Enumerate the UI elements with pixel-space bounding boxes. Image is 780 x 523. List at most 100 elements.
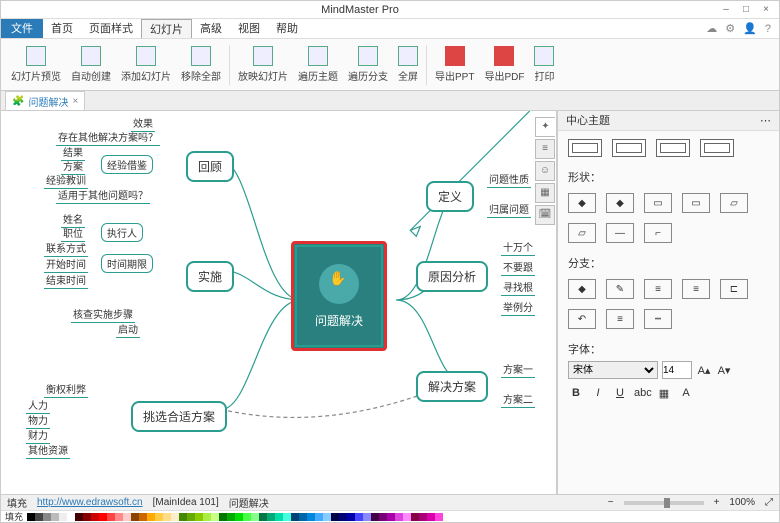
menu-tab-slideshow[interactable]: 幻灯片 [141,19,192,38]
leaf[interactable]: 适用于其他问题吗？ [56,187,150,204]
color-swatch[interactable] [99,513,107,521]
layout-item[interactable] [612,139,646,157]
node-implement[interactable]: 实施 [186,261,234,292]
leaf[interactable]: 其他资源 [26,442,70,459]
color-swatch[interactable] [27,513,35,521]
leaf[interactable]: 不要跟 [501,259,535,276]
color-swatch[interactable] [235,513,243,521]
color-swatch[interactable] [147,513,155,521]
color-swatch[interactable] [43,513,51,521]
color-swatch[interactable] [139,513,147,521]
leaf[interactable]: 方案二 [501,391,535,408]
leaf[interactable]: 启动 [116,321,140,338]
color-swatch[interactable] [403,513,411,521]
menu-tab-view[interactable]: 视图 [230,19,268,38]
node-cause[interactable]: 原因分析 [416,261,488,292]
maximize-button[interactable]: □ [739,4,753,16]
branch-item[interactable]: ≡ [682,279,710,299]
color-swatch[interactable] [171,513,179,521]
ribbon-play-slides[interactable]: 放映幻灯片 [234,41,292,89]
sidetab-history[interactable]: 🗓 [535,205,555,225]
ribbon-add-slide[interactable]: 添加幻灯片 [117,41,175,89]
color-swatch[interactable] [251,513,259,521]
color-swatch[interactable] [211,513,219,521]
zoom-slider[interactable] [624,501,704,505]
node-define[interactable]: 定义 [426,181,474,212]
ribbon-fullscreen[interactable]: 全屏 [394,41,422,89]
leaf[interactable]: 联系方式 [44,240,88,257]
ribbon-traverse-branch[interactable]: 遍历分支 [344,41,392,89]
color-swatch[interactable] [259,513,267,521]
ribbon-export-ppt[interactable]: 导出PPT [431,41,478,89]
shape-item[interactable]: ▭ [644,193,672,213]
color-swatch[interactable] [371,513,379,521]
font-name-select[interactable]: 宋体 [568,361,658,379]
shape-item[interactable]: ▱ [720,193,748,213]
color-swatch[interactable] [131,513,139,521]
leaf[interactable]: 举例分 [501,299,535,316]
color-swatch[interactable] [323,513,331,521]
branch-item[interactable]: ◆ [568,279,596,299]
ribbon-traverse-topic[interactable]: 遍历主题 [294,41,342,89]
menu-tab-help[interactable]: 帮助 [268,19,306,38]
color-swatch[interactable] [355,513,363,521]
color-swatch[interactable] [387,513,395,521]
color-swatch[interactable] [283,513,291,521]
fit-button[interactable]: ⤢ [765,497,773,508]
color-swatch[interactable] [363,513,371,521]
document-tab-close[interactable]: × [72,96,78,107]
bold-button[interactable]: B [568,387,584,400]
color-swatch[interactable] [163,513,171,521]
color-swatch[interactable] [395,513,403,521]
color-swatch[interactable] [275,513,283,521]
leaf[interactable]: 开始时间 [44,256,88,273]
ribbon-auto-create[interactable]: 自动创建 [67,41,115,89]
color-swatch[interactable] [195,513,203,521]
center-topic[interactable]: 问题解决 [291,241,387,351]
branch-item[interactable]: ✎ [606,279,634,299]
ribbon-slide-preview[interactable]: 幻灯片预览 [7,41,65,89]
sidepanel-menu-icon[interactable]: ⋯ [760,111,771,130]
shape-item[interactable]: ◆ [606,193,634,213]
color-swatch[interactable] [347,513,355,521]
strike-button[interactable]: abc [634,387,650,400]
close-button[interactable]: × [759,4,773,16]
color-swatch[interactable] [331,513,339,521]
branch-item[interactable]: ┅ [644,309,672,329]
color-swatch[interactable] [203,513,211,521]
node-review[interactable]: 回顾 [186,151,234,182]
color-swatch[interactable] [75,513,83,521]
ribbon-remove-all[interactable]: 移除全部 [177,41,225,89]
canvas[interactable]: 问题解决 回顾 实施 挑选合适方案 定义 原因分析 解决方案 效果 存在其他解决… [1,111,557,494]
menu-file[interactable]: 文件 [1,19,43,38]
color-swatch[interactable] [59,513,67,521]
color-swatch[interactable] [419,513,427,521]
menu-tab-pagestyle[interactable]: 页面样式 [81,19,141,38]
shape-item[interactable]: ⌐ [644,223,672,243]
shape-item[interactable]: ▭ [682,193,710,213]
color-swatch[interactable] [179,513,187,521]
zoom-out[interactable]: − [608,497,614,508]
highlight-button[interactable]: ▦ [656,387,672,400]
status-url[interactable]: http://www.edrawsoft.cn [37,497,143,508]
ribbon-export-pdf[interactable]: 导出PDF [480,41,528,89]
layout-item[interactable] [568,139,602,157]
color-swatch[interactable] [379,513,387,521]
zoom-in[interactable]: + [714,497,720,508]
menu-tab-advanced[interactable]: 高级 [192,19,230,38]
color-swatch[interactable] [91,513,99,521]
leaf[interactable]: 衡权利弊 [44,381,88,398]
color-swatch[interactable] [219,513,227,521]
color-swatch[interactable] [299,513,307,521]
sidetab-outline[interactable]: ≡ [535,139,555,159]
leaf[interactable]: 十万个 [501,239,535,256]
minimize-button[interactable]: – [719,4,733,16]
branch-item[interactable]: ↶ [568,309,596,329]
branch-item[interactable]: ⊏ [720,279,748,299]
leaf[interactable]: 时间期限 [101,254,153,273]
sidetab-clipart[interactable]: ▦ [535,183,555,203]
color-swatch[interactable] [243,513,251,521]
node-solution[interactable]: 解决方案 [416,371,488,402]
leaf[interactable]: 执行人 [101,223,143,242]
node-select[interactable]: 挑选合适方案 [131,401,227,432]
